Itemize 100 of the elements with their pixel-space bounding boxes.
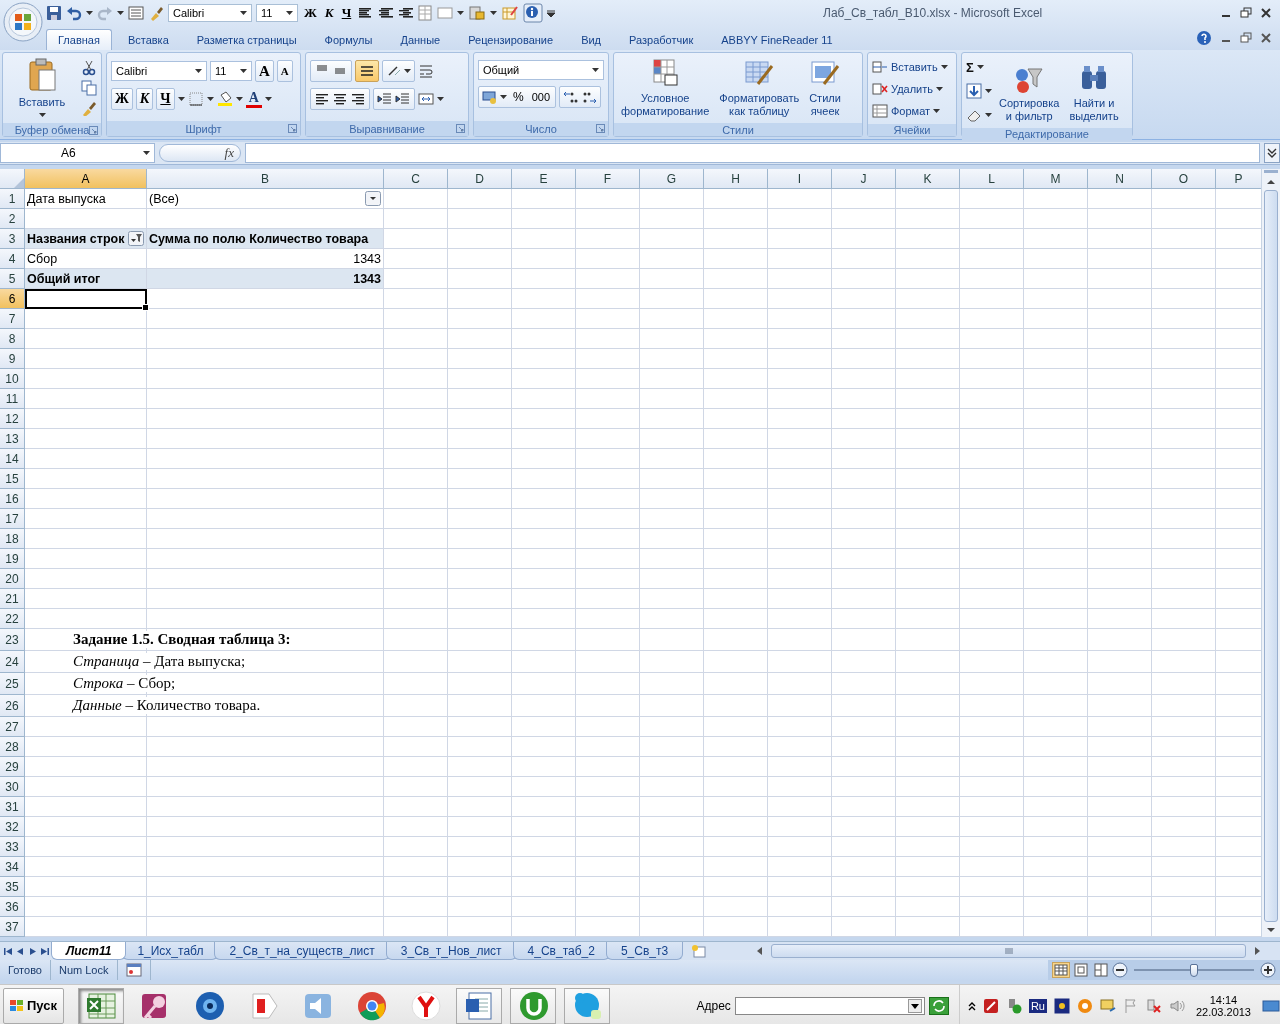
- language-indicator[interactable]: Ru: [1028, 998, 1047, 1013]
- expand-icon[interactable]: [1264, 143, 1280, 163]
- row-header[interactable]: 31: [0, 797, 25, 817]
- caret-icon[interactable]: [985, 88, 992, 94]
- paste-button[interactable]: Вставить: [7, 56, 77, 120]
- decrease-decimal-icon[interactable]: [563, 89, 580, 105]
- column-header[interactable]: I: [768, 169, 832, 189]
- restore-icon[interactable]: [1240, 7, 1252, 19]
- caret-icon[interactable]: [437, 96, 444, 102]
- cells-menu-button[interactable]: Удалить: [872, 79, 948, 99]
- sheet-tab[interactable]: 4_Св_таб_2: [512, 942, 610, 960]
- row-header[interactable]: 32: [0, 817, 25, 837]
- select-all-button[interactable]: [0, 169, 25, 189]
- dropdown-icon[interactable]: [907, 998, 922, 1013]
- sheet-tab[interactable]: Лист11: [51, 942, 127, 960]
- align-left-icon[interactable]: [357, 5, 374, 21]
- brush-icon[interactable]: [148, 5, 164, 21]
- number-format-field[interactable]: Общий: [478, 60, 604, 80]
- decrease-indent-icon[interactable]: [377, 91, 393, 107]
- ribbon-tab[interactable]: Рецензирование: [456, 29, 566, 50]
- active-cell[interactable]: [25, 289, 147, 309]
- underline-button[interactable]: Ч: [339, 5, 354, 21]
- ribbon-tab[interactable]: Формулы: [312, 29, 385, 50]
- ribbon-tab[interactable]: Главная: [46, 29, 112, 50]
- align-right-icon[interactable]: [397, 5, 414, 21]
- caret-icon[interactable]: [985, 112, 992, 118]
- row-header[interactable]: 18: [0, 529, 25, 549]
- restore-icon[interactable]: [1240, 32, 1252, 44]
- align-right-icon[interactable]: [350, 91, 366, 107]
- row-header[interactable]: 11: [0, 389, 25, 409]
- italic-button[interactable]: К: [322, 5, 336, 21]
- split-handle-icon[interactable]: [1262, 169, 1280, 175]
- styles-button[interactable]: Форматировать как таблицу: [716, 56, 803, 120]
- taskbar-button[interactable]: [564, 987, 610, 1024]
- caret-icon[interactable]: [404, 68, 411, 74]
- align-center-icon[interactable]: [377, 5, 394, 21]
- dialog-launcher-icon[interactable]: [288, 124, 297, 133]
- font-name-field[interactable]: Calibri: [168, 4, 252, 22]
- show-desktop-icon[interactable]: [1262, 997, 1280, 1014]
- sheet-tab[interactable]: 5_Св_т3: [605, 942, 684, 960]
- volume-icon[interactable]: [1168, 997, 1185, 1014]
- filter-dropdown-icon[interactable]: [128, 231, 144, 246]
- column-header[interactable]: E: [512, 169, 576, 189]
- cells-menu-button[interactable]: Вставить: [872, 57, 948, 77]
- row-header[interactable]: 3: [0, 229, 25, 249]
- column-header[interactable]: H: [704, 169, 768, 189]
- shrink-font-button[interactable]: A: [276, 60, 293, 82]
- caret-icon[interactable]: [177, 96, 185, 102]
- table-cell[interactable]: 1343: [147, 269, 384, 289]
- grow-font-button[interactable]: A: [255, 60, 274, 82]
- row-header[interactable]: 9: [0, 349, 25, 369]
- caret-icon[interactable]: [457, 10, 465, 16]
- ribbon-tab[interactable]: Разметка страницы: [184, 29, 309, 50]
- row-header[interactable]: 4: [0, 249, 25, 269]
- column-header[interactable]: M: [1024, 169, 1088, 189]
- monitor-icon[interactable]: [1099, 997, 1116, 1014]
- cells-menu-button[interactable]: Формат: [872, 101, 948, 121]
- row-header[interactable]: 24: [0, 651, 25, 673]
- taskbar-button[interactable]: [78, 987, 124, 1024]
- row-header[interactable]: 20: [0, 569, 25, 589]
- editing-button[interactable]: Сортировка и фильтр: [996, 56, 1063, 125]
- row-header[interactable]: 1: [0, 189, 25, 209]
- row-header[interactable]: 37: [0, 917, 25, 937]
- undo-icon[interactable]: [66, 5, 82, 21]
- row-header[interactable]: 34: [0, 857, 25, 877]
- dialog-launcher-icon[interactable]: [456, 124, 465, 133]
- row-header[interactable]: 29: [0, 757, 25, 777]
- taskbar-button[interactable]: [510, 987, 556, 1024]
- close-icon[interactable]: [1260, 7, 1272, 19]
- font-color-button[interactable]: A: [245, 90, 262, 108]
- autosum-button[interactable]: Σ: [966, 59, 974, 75]
- row-header[interactable]: 25: [0, 673, 25, 695]
- increase-indent-icon[interactable]: [395, 91, 411, 107]
- ring-icon[interactable]: [1076, 997, 1093, 1014]
- taskbar-button[interactable]: [456, 987, 502, 1024]
- align-bottom-button[interactable]: [355, 60, 379, 82]
- address-field[interactable]: [734, 996, 925, 1015]
- currency-icon[interactable]: [482, 89, 498, 105]
- prev-sheet-icon[interactable]: [16, 946, 25, 956]
- row-header[interactable]: 15: [0, 469, 25, 489]
- zoom-out-icon[interactable]: [1112, 962, 1128, 978]
- zoom-in-icon[interactable]: [1260, 962, 1276, 978]
- bold-button[interactable]: Ж: [302, 5, 319, 21]
- save-icon[interactable]: [46, 5, 62, 21]
- macro-record-icon[interactable]: [125, 963, 142, 977]
- row-header[interactable]: 23: [0, 629, 25, 651]
- column-header[interactable]: L: [960, 169, 1024, 189]
- row-header[interactable]: 6: [0, 289, 25, 309]
- ribbon-tab[interactable]: Разработчик: [617, 29, 706, 50]
- column-header[interactable]: G: [640, 169, 704, 189]
- wrap-text-icon[interactable]: [418, 63, 434, 79]
- row-header[interactable]: 2: [0, 209, 25, 229]
- clock[interactable]: 14:14 22.03.2013: [1195, 993, 1251, 1018]
- fill-color-icon[interactable]: [216, 91, 233, 107]
- ribbon-tab[interactable]: Данные: [388, 29, 453, 50]
- next-sheet-icon[interactable]: [28, 946, 37, 956]
- row-header[interactable]: 36: [0, 897, 25, 917]
- font-size-field[interactable]: 11: [210, 61, 252, 81]
- font-size-field[interactable]: 11: [256, 4, 298, 22]
- row-header[interactable]: 16: [0, 489, 25, 509]
